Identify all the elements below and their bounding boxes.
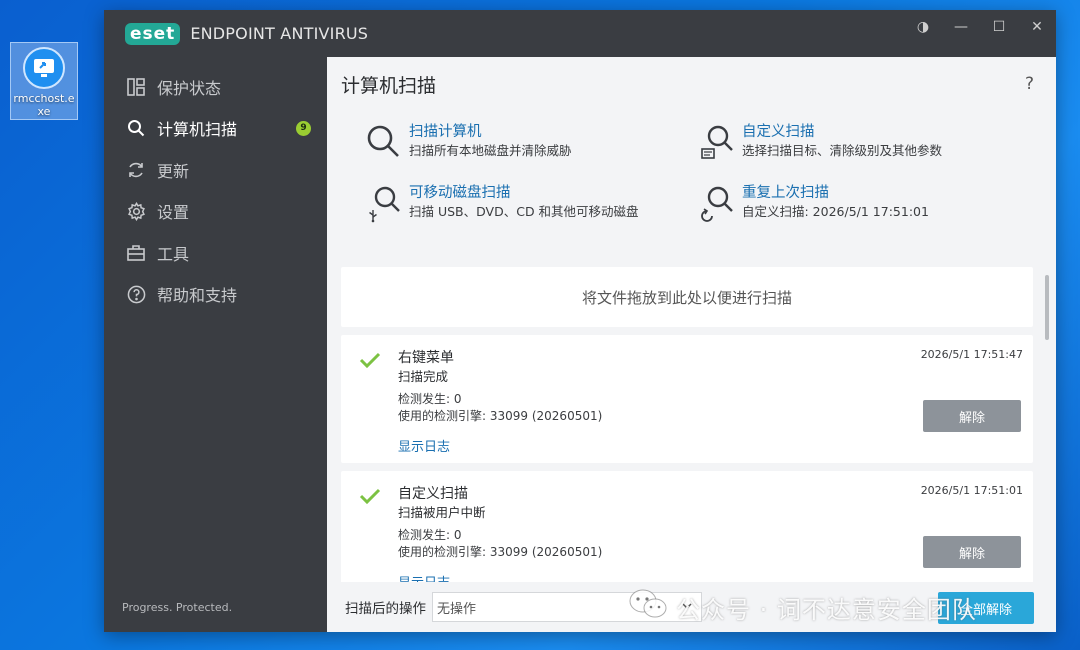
- theme-toggle-button[interactable]: ◑: [904, 10, 942, 44]
- check-icon: [359, 487, 381, 509]
- after-scan-value: 无操作: [437, 601, 477, 617]
- magnifier-icon: [365, 123, 405, 163]
- desktop-shortcut[interactable]: rmcchost.exe: [10, 42, 78, 120]
- removable-scan-action[interactable]: 可移动磁盘扫描 扫描 USB、DVD、CD 和其他可移动磁盘: [365, 184, 639, 224]
- action-desc: 扫描所有本地磁盘并清除威胁: [409, 143, 572, 158]
- action-desc: 自定义扫描: 2026/5/1 17:51:01: [742, 204, 929, 219]
- scan-status: 扫描被用户中断: [398, 505, 486, 520]
- window-controls: ◑ — ☐ ✕: [904, 10, 1056, 46]
- page-title: 计算机扫描: [341, 75, 437, 97]
- dashboard-icon: [126, 77, 146, 97]
- help-circle-icon: [126, 284, 146, 304]
- remote-desktop-icon: [23, 47, 65, 89]
- search-icon: [126, 118, 146, 138]
- scan-status: 扫描完成: [398, 369, 449, 384]
- action-title[interactable]: 可移动磁盘扫描: [409, 184, 639, 203]
- minimize-button[interactable]: —: [942, 10, 980, 44]
- close-button[interactable]: ✕: [1018, 10, 1056, 44]
- show-log-link[interactable]: 显示日志: [398, 436, 450, 455]
- action-desc: 扫描 USB、DVD、CD 和其他可移动磁盘: [409, 204, 639, 219]
- eset-window: eset ENDPOINT ANTIVIRUS ◑ — ☐ ✕ 保护状态 计算机…: [104, 10, 1056, 632]
- briefcase-icon: [126, 243, 146, 263]
- dismiss-button[interactable]: 解除: [923, 400, 1021, 432]
- watermark-text: 公众号 · 词不达意安全团队: [676, 595, 977, 624]
- action-title[interactable]: 自定义扫描: [742, 123, 942, 142]
- action-desc: 选择扫描目标、清除级别及其他参数: [742, 143, 943, 158]
- sidebar-item-label: 更新: [157, 161, 190, 181]
- scan-time: 2026/5/1 17:51:47: [920, 348, 1023, 361]
- sidebar-item-protection-status[interactable]: 保护状态: [104, 66, 327, 108]
- sidebar-item-label: 设置: [157, 203, 190, 223]
- after-scan-label: 扫描后的操作: [345, 601, 426, 617]
- action-title[interactable]: 扫描计算机: [409, 123, 572, 142]
- repeat-scan-action[interactable]: 重复上次扫描 自定义扫描: 2026/5/1 17:51:01: [698, 184, 929, 224]
- custom-scan-action[interactable]: 自定义扫描 选择扫描目标、清除级别及其他参数: [698, 123, 942, 163]
- repeat-scan-icon: [698, 184, 738, 224]
- eset-logo: eset ENDPOINT ANTIVIRUS: [125, 22, 369, 45]
- sidebar-item-label: 计算机扫描: [157, 120, 238, 140]
- notification-badge: 9: [296, 120, 311, 136]
- scan-time: 2026/5/1 17:51:01: [920, 484, 1023, 497]
- sidebar-item-computer-scan[interactable]: 计算机扫描 9: [104, 108, 327, 150]
- scan-engine: 使用的检测引擎: 33099 (20260501): [398, 545, 603, 559]
- dismiss-button[interactable]: 解除: [923, 536, 1021, 568]
- gear-icon: [126, 201, 146, 221]
- sidebar-item-settings[interactable]: 设置: [104, 191, 327, 233]
- scan-detections: 检测发生: 0: [398, 392, 462, 406]
- product-name: ENDPOINT ANTIVIRUS: [190, 24, 369, 43]
- desktop-shortcut-label: rmcchost.exe: [13, 92, 75, 118]
- sidebar-item-label: 保护状态: [157, 78, 222, 98]
- action-title[interactable]: 重复上次扫描: [742, 184, 929, 203]
- check-icon: [359, 351, 381, 373]
- main-panel: 计算机扫描 ? 扫描计算机 扫描所有本地磁盘并清除威胁 自定义扫描 选择扫描目标…: [327, 57, 1056, 632]
- scan-detections: 检测发生: 0: [398, 528, 462, 542]
- help-button[interactable]: ?: [1025, 74, 1034, 94]
- eset-logo-mark: eset: [125, 22, 181, 45]
- custom-scan-icon: [698, 123, 738, 163]
- sidebar-item-tools[interactable]: 工具: [104, 232, 327, 274]
- refresh-icon: [126, 160, 146, 180]
- drop-zone[interactable]: 将文件拖放到此处以便进行扫描: [341, 267, 1033, 327]
- scan-computer-action[interactable]: 扫描计算机 扫描所有本地磁盘并清除威胁: [365, 123, 572, 163]
- tagline: Progress. Protected.: [122, 601, 233, 614]
- sidebar-item-help[interactable]: 帮助和支持: [104, 274, 327, 316]
- scan-title: 右键菜单: [398, 350, 454, 366]
- watermark: 公众号 · 词不达意安全团队: [628, 588, 977, 626]
- sidebar: 保护状态 计算机扫描 9 更新 设置 工具 帮助和支持 Progress. Pr…: [104, 57, 327, 632]
- maximize-button[interactable]: ☐: [980, 10, 1018, 44]
- scan-engine: 使用的检测引擎: 33099 (20260501): [398, 409, 603, 423]
- sidebar-item-update[interactable]: 更新: [104, 149, 327, 191]
- scan-log-card: 右键菜单 扫描完成 检测发生: 0 使用的检测引擎: 33099 (202605…: [341, 335, 1033, 463]
- scan-title: 自定义扫描: [398, 486, 468, 502]
- wechat-icon: [628, 588, 668, 626]
- usb-scan-icon: [365, 184, 405, 224]
- scan-log-card: 自定义扫描 扫描被用户中断 检测发生: 0 使用的检测引擎: 33099 (20…: [341, 471, 1033, 599]
- sidebar-item-label: 工具: [157, 244, 190, 264]
- sidebar-item-label: 帮助和支持: [157, 286, 238, 306]
- title-bar: eset ENDPOINT ANTIVIRUS ◑ — ☐ ✕: [104, 10, 1056, 57]
- scrollbar[interactable]: [1045, 275, 1049, 340]
